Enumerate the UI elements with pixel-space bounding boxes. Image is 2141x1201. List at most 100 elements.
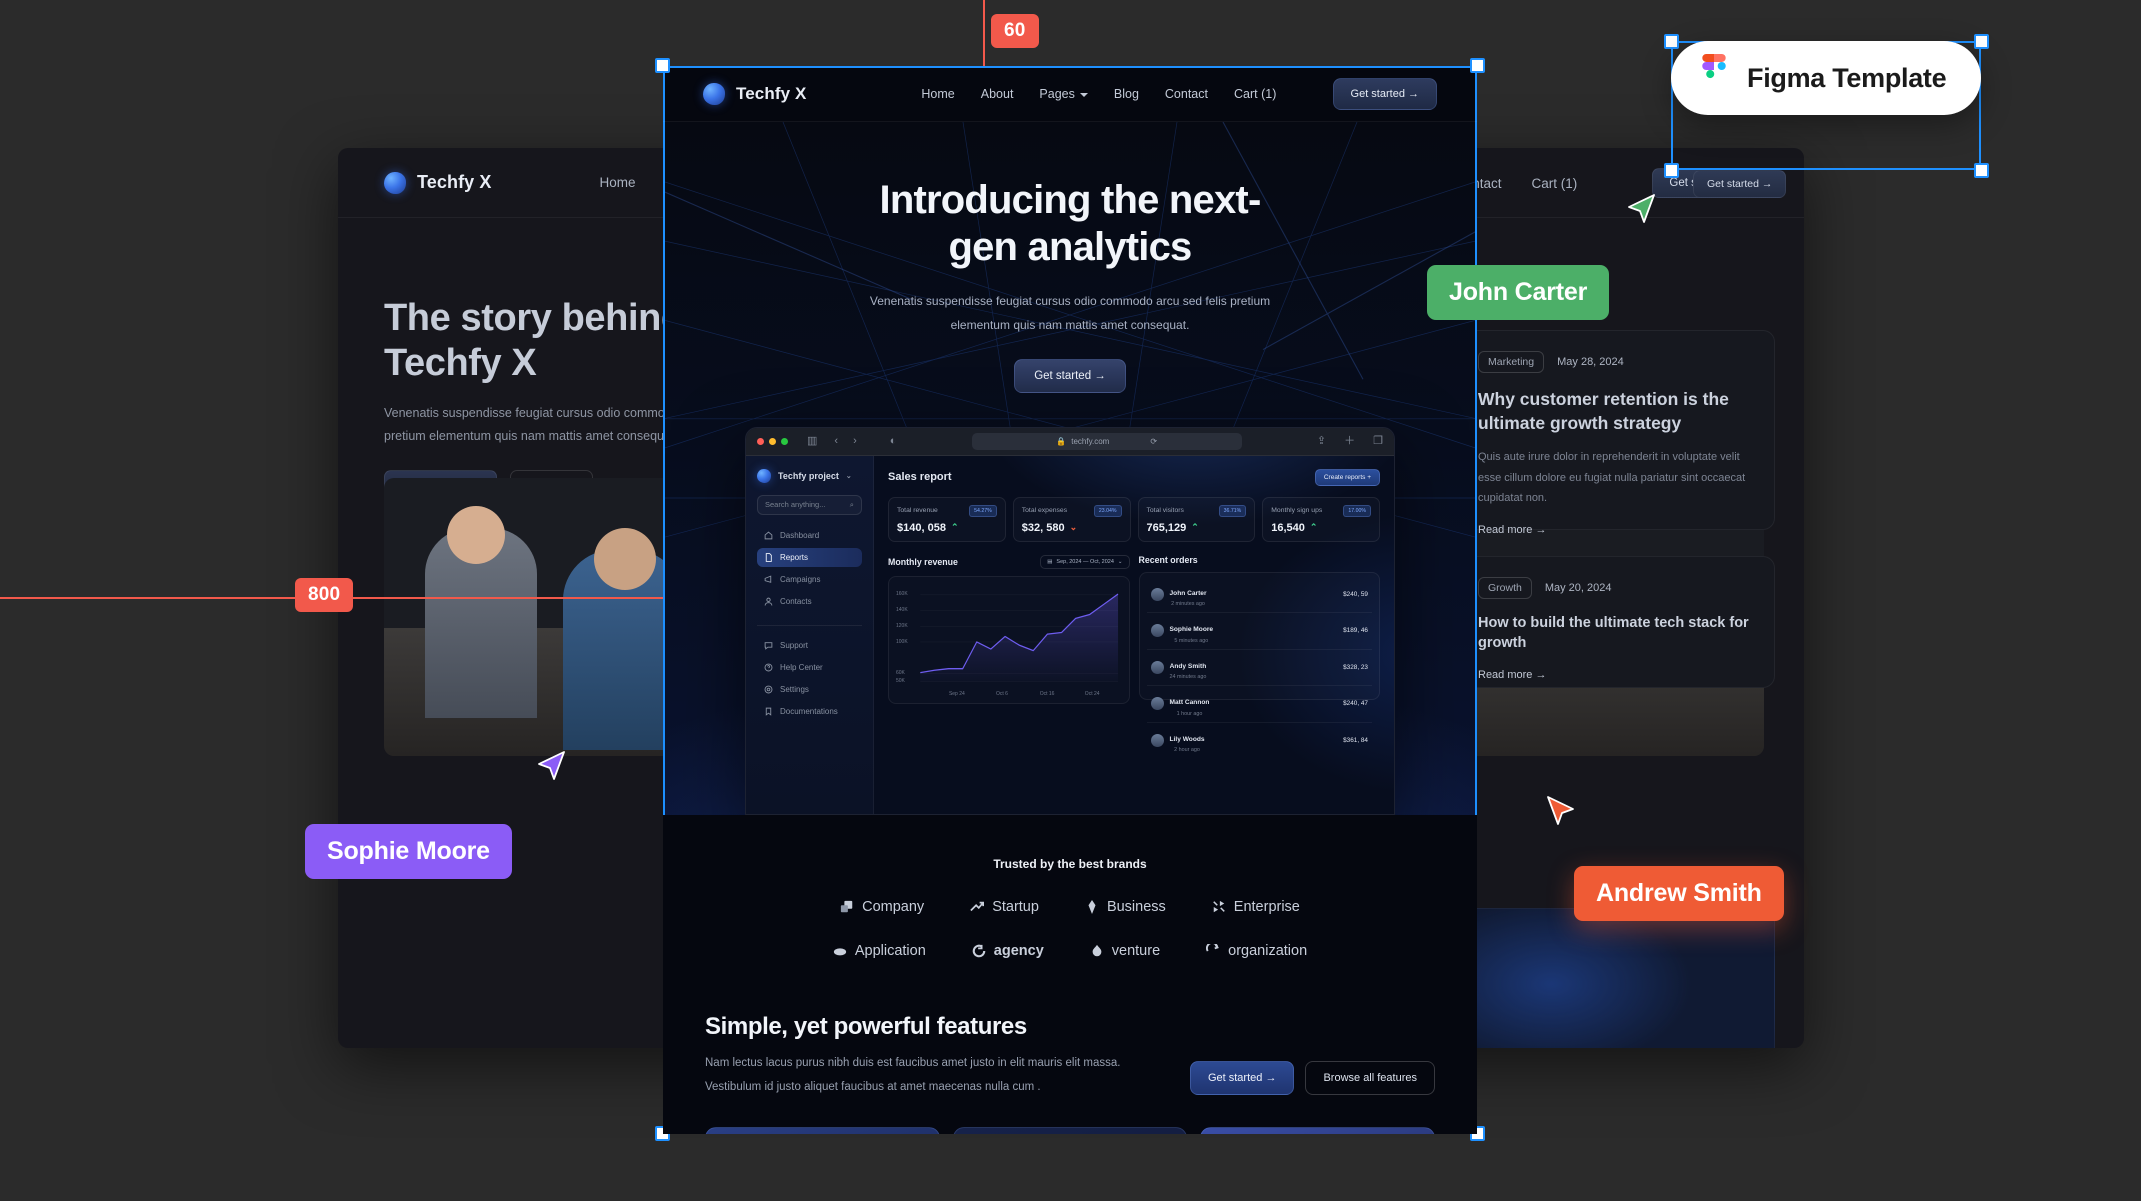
browser-url-bar[interactable]: 🔒 techfy.com ⟳ (971, 432, 1242, 450)
close-dot-icon[interactable] (757, 437, 764, 445)
order-row[interactable]: Matt Cannon 1 hour ago $240, 47 (1146, 686, 1372, 723)
window-controls[interactable] (757, 437, 788, 445)
squares-icon (841, 900, 853, 912)
order-row[interactable]: Andy Smith 24 minutes ago $328, 23 (1146, 650, 1372, 687)
dashboard-mockup[interactable]: ▥ ‹ › ◐ 🔒 techfy.com ⟳ ⇪ ＋ ❐ Techfy proj… (745, 426, 1395, 815)
feature-cards (705, 1126, 1436, 1134)
search-icon: ⌕ (849, 499, 854, 509)
new-tab-icon[interactable]: ＋ (1344, 435, 1355, 447)
brand-startup[interactable]: Startup (970, 899, 1039, 915)
minimize-dot-icon[interactable] (769, 437, 776, 445)
brand-enterprise[interactable]: Enterprise (1212, 899, 1300, 915)
share-icon[interactable]: ⇪ (1317, 435, 1326, 447)
home-icon (764, 531, 773, 539)
nav-item-pages[interactable]: Pages (1039, 87, 1088, 101)
blog-card-2-title: How to build the ultimate tech stack for… (1478, 615, 1749, 651)
diamond-icon (1088, 899, 1096, 914)
badge-handle-bottom-right[interactable] (1974, 163, 1989, 178)
date-range-selector[interactable]: ▤ Sep, 2024 — Oct, 2024 ⌄ (1040, 554, 1130, 569)
nav-item-contact[interactable]: Contact (1165, 87, 1208, 101)
nav-get-started-button[interactable]: Get started → (1332, 77, 1437, 110)
feature-card-2[interactable] (952, 1126, 1188, 1134)
dashboard-header: Sales report Create reports + (888, 468, 1380, 486)
badge-handle-top-right[interactable] (1974, 34, 1989, 49)
selected-frame-homepage[interactable]: Techfy X Home About Pages Blog Contact C… (663, 66, 1477, 1134)
cursor-andrew-smith (1547, 796, 1574, 825)
bg-right-get-started-button[interactable]: Get started → (1693, 170, 1787, 198)
dashboard-menu-item-reports[interactable]: Reports (757, 547, 862, 567)
blog-card-1[interactable]: Marketing May 28, 2024 Why customer rete… (1455, 330, 1775, 536)
bg-left-brand[interactable]: Techfy X (384, 171, 492, 194)
brand-organization[interactable]: organization (1206, 943, 1307, 959)
reload-icon[interactable]: ⟳ (1150, 437, 1157, 446)
order-row[interactable]: Lily Woods 2 hour ago $361, 84 (1147, 723, 1373, 759)
reader-mode-icon[interactable]: ◐ (890, 435, 897, 447)
dashboard-menu-item-contacts[interactable]: Contacts (757, 592, 862, 611)
order-time: 2 hour ago (1174, 747, 1200, 754)
brand-venture[interactable]: venture (1090, 943, 1160, 959)
dashboard-menu-item-documentations[interactable]: Documentations (757, 702, 862, 721)
stat-value: 765,129 (1146, 521, 1187, 534)
dashboard-search-input[interactable]: Search anything... ⌕ (757, 494, 862, 515)
nav-item-about[interactable]: About (981, 87, 1014, 101)
stat-card-total-revenue[interactable]: Total revenue 54.27% $140, 058 ⌃ (888, 496, 1006, 542)
order-amount: $240, 59 (1343, 590, 1368, 598)
gear-icon (764, 685, 773, 694)
order-name: Lily Woods (1169, 735, 1205, 743)
blog-card-1-read-more[interactable]: Read more → (1478, 524, 1546, 536)
techfy-logo-icon (384, 171, 406, 194)
features-heading: Simple, yet powerful features (705, 1012, 1027, 1040)
back-arrow-icon[interactable]: ‹ (834, 435, 838, 447)
photo-person-2-head (447, 505, 506, 564)
maximize-dot-icon[interactable] (781, 437, 788, 445)
drop-icon (1092, 944, 1102, 956)
trend-up-icon: ⌃ (1309, 522, 1318, 533)
browse-all-features-button[interactable]: Browse all features (1305, 1060, 1435, 1095)
menu-label: Settings (780, 684, 809, 694)
lock-icon: 🔒 (1056, 436, 1067, 446)
stat-card-total-expenses[interactable]: Total expenses 23.04% $32, 580 ⌄ (1012, 496, 1131, 542)
blog-card-2[interactable]: Growth May 20, 2024 How to build the ult… (1455, 556, 1775, 688)
dashboard-menu-item-campaigns[interactable]: Campaigns (757, 570, 862, 589)
brand-application[interactable]: Application (833, 943, 926, 959)
bg-left-nav-home[interactable]: Home (600, 175, 636, 190)
brand-agency[interactable]: agency (972, 943, 1044, 959)
blog-promo-card[interactable] (1455, 908, 1775, 1048)
order-row[interactable]: Sophie Moore 5 minutes ago $189, 46 (1146, 613, 1372, 650)
forward-arrow-icon[interactable]: › (853, 435, 857, 447)
dashboard-menu-item-settings[interactable]: Settings (757, 680, 862, 699)
feature-card-1[interactable] (705, 1126, 940, 1134)
x-axis-tick: Sep 24 (948, 690, 965, 697)
sidebar-toggle-icon[interactable]: ▥ (807, 435, 817, 447)
dashboard-menu-item-support[interactable]: Support (757, 636, 862, 655)
tabs-overview-icon[interactable]: ❐ (1373, 435, 1383, 447)
dashboard-main: Sales report Create reports + Total reve… (874, 456, 1394, 814)
y-axis-tick: 160K (896, 591, 908, 598)
feature-card-3[interactable] (1200, 1126, 1436, 1134)
project-switcher[interactable]: Techfy project ⌄ (757, 468, 862, 483)
features-get-started-button[interactable]: Get started → (1189, 1060, 1295, 1095)
hero-get-started-button[interactable]: Get started → (1014, 358, 1126, 393)
order-row[interactable]: John Carter 2 minutes ago $240, 59 (1146, 577, 1372, 614)
menu-label: Help Center (780, 662, 823, 672)
stat-card-total-visitors[interactable]: Total visitors 36.71% 765,129 ⌃ (1137, 496, 1256, 542)
hero-section: Introducing the next- gen analytics Vene… (663, 122, 1477, 815)
question-icon (764, 663, 773, 672)
figma-template-badge[interactable]: Figma Template (1671, 41, 1981, 115)
blog-card-2-read-more[interactable]: Read more → (1478, 669, 1546, 681)
frame-brand[interactable]: Techfy X (703, 82, 806, 105)
brand-business[interactable]: Business (1085, 899, 1166, 915)
dashboard-menu-item-help-center[interactable]: Help Center (757, 658, 862, 677)
nav-item-home[interactable]: Home (921, 87, 954, 101)
badge-handle-bottom-left[interactable] (1664, 163, 1679, 178)
create-reports-button[interactable]: Create reports + (1314, 468, 1380, 486)
stat-card-monthly-signups[interactable]: Monthly sign ups 17.00% 16,540 ⌃ (1262, 496, 1380, 542)
brand-company[interactable]: Company (840, 899, 924, 915)
badge-handle-top-left[interactable] (1664, 34, 1679, 49)
nav-item-cart[interactable]: Cart (1) (1234, 87, 1276, 101)
nav-item-blog[interactable]: Blog (1114, 87, 1139, 101)
y-axis-tick: 120K (896, 622, 908, 629)
dashboard-menu-item-dashboard[interactable]: Dashboard (757, 526, 862, 545)
features-text-block: Simple, yet powerful features Nam lectus… (705, 1013, 1120, 1099)
bg-right-nav-cart[interactable]: Cart (1) (1532, 176, 1578, 191)
